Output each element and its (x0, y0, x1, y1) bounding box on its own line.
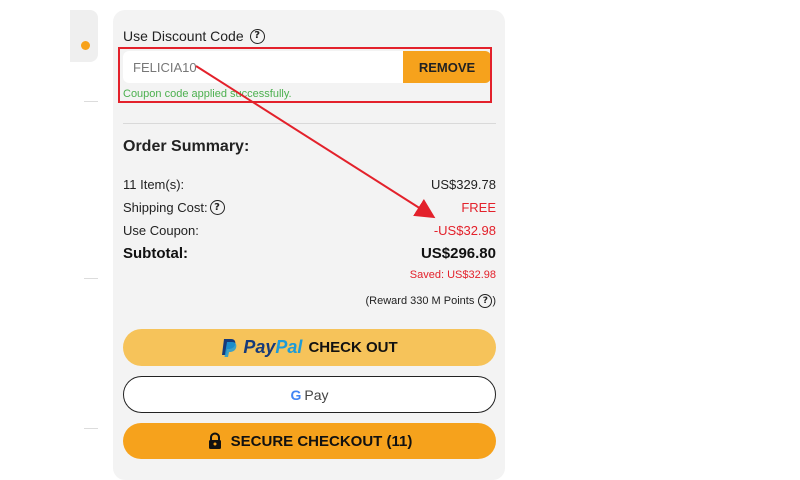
subtotal-row: Subtotal: US$296.80 (123, 245, 496, 263)
discount-heading: Use Discount Code ? (123, 28, 265, 44)
left-divider (84, 278, 98, 279)
coupon-label: Use Coupon: (123, 223, 199, 238)
shipping-value: FREE (461, 200, 496, 215)
paypal-wordmark: PayPal (243, 337, 302, 358)
discount-heading-label: Use Discount Code (123, 28, 244, 44)
google-pay-label: Pay (304, 386, 329, 403)
secure-checkout-label: SECURE CHECKOUT (11) (230, 432, 413, 450)
shipping-label: Shipping Cost: (123, 200, 208, 215)
lock-icon (208, 432, 221, 449)
paypal-word-pal: Pal (275, 337, 303, 357)
order-summary-title: Order Summary: (123, 138, 250, 155)
secure-checkout-button[interactable]: SECURE CHECKOUT (11) (123, 423, 496, 459)
paypal-logo-icon (222, 338, 237, 357)
shipping-row: Shipping Cost: ? FREE (123, 200, 496, 218)
question-circle-icon[interactable]: ? (478, 294, 493, 308)
left-divider (84, 101, 98, 102)
items-value: US$329.78 (430, 177, 496, 192)
paypal-word-pay: Pay (243, 337, 276, 357)
left-card-fragment (70, 10, 98, 62)
saved-amount: Saved: US$32.98 (409, 269, 496, 281)
subtotal-label: Subtotal: (123, 245, 188, 262)
annotation-highlight-box (118, 47, 492, 103)
coupon-row: Use Coupon: -US$32.98 (123, 223, 496, 241)
reward-close: ) (492, 295, 496, 307)
paypal-checkout-button[interactable]: PayPal CHECK OUT (123, 329, 496, 366)
google-g-icon: G (290, 387, 301, 403)
coupon-value: -US$32.98 (433, 223, 496, 238)
left-divider (84, 428, 98, 429)
shipping-label-wrap: Shipping Cost: ? (123, 200, 225, 215)
left-status-dot (81, 41, 90, 50)
paypal-checkout-label: CHECK OUT (308, 339, 398, 356)
subtotal-value: US$296.80 (420, 245, 496, 262)
section-divider (123, 123, 496, 124)
reward-points: (Reward 330 M Points ? ) (365, 294, 496, 308)
google-g-letter: G (290, 386, 302, 403)
question-circle-icon[interactable]: ? (249, 28, 265, 44)
google-pay-button[interactable]: G Pay (123, 376, 496, 413)
question-circle-icon[interactable]: ? (209, 200, 225, 215)
items-row: 11 Item(s): US$329.78 (123, 177, 496, 195)
items-label: 11 Item(s): (123, 177, 185, 192)
reward-label: (Reward 330 M Points (365, 295, 475, 307)
